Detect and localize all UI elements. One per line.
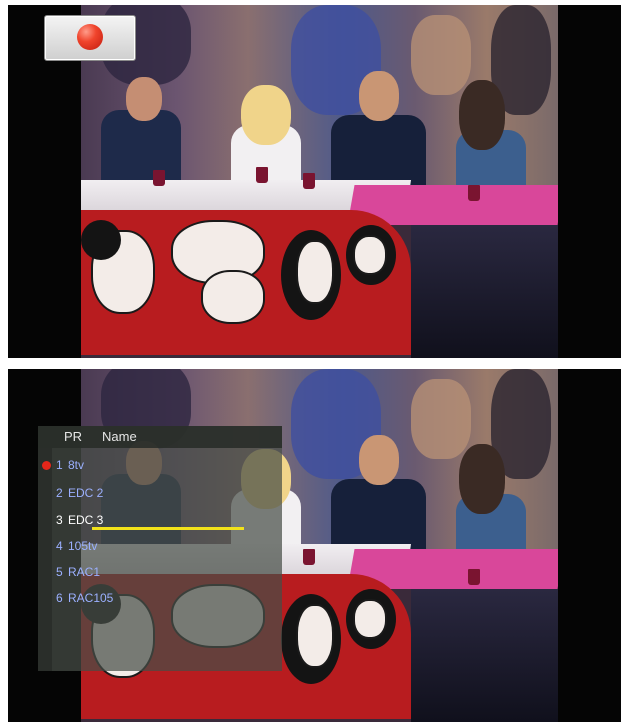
channel-number: 4 <box>56 539 63 553</box>
broadcast-video <box>81 5 558 358</box>
column-header-pr: PR <box>64 429 83 444</box>
cup <box>153 170 165 186</box>
channel-name: EDC 2 <box>68 486 104 500</box>
channel-number: 1 <box>56 458 63 472</box>
studio-floor <box>411 589 558 722</box>
channel-name: 105tv <box>68 539 98 553</box>
selection-highlight-bar <box>92 527 244 530</box>
channel-name: 8tv <box>68 458 85 472</box>
studio-floor <box>411 225 558 358</box>
cup <box>303 549 315 565</box>
channel-name: RAC105 <box>68 591 114 605</box>
column-header-name: Name <box>102 429 137 444</box>
channel-list-header: PR Name <box>38 426 282 448</box>
channel-number: 3 <box>56 513 63 527</box>
record-icon <box>42 461 51 470</box>
channel-number: 5 <box>56 565 63 579</box>
tv-screen-bottom: PR Name 1 8tv 2 EDC 2 3 EDC 3 4 105tv 5 … <box>8 369 621 722</box>
channel-item-rac105[interactable]: 6 RAC105 <box>56 589 276 609</box>
channel-name: RAC1 <box>68 565 101 579</box>
channel-name: EDC 3 <box>68 513 104 527</box>
cup <box>256 167 268 183</box>
desk-artwork <box>81 210 411 355</box>
channel-item-rac1[interactable]: 5 RAC1 <box>56 563 276 583</box>
cup <box>303 173 315 189</box>
record-icon <box>77 24 103 50</box>
channel-item-edc2[interactable]: 2 EDC 2 <box>56 484 276 504</box>
channel-list-marker-column <box>38 448 52 671</box>
tv-screen-top <box>8 5 621 358</box>
channel-number: 6 <box>56 591 63 605</box>
cup <box>468 185 480 201</box>
cup <box>468 569 480 585</box>
channel-number: 2 <box>56 486 63 500</box>
channel-item-105tv[interactable]: 4 105tv <box>56 537 276 557</box>
recording-indicator <box>44 15 136 61</box>
channel-item-8tv[interactable]: 1 8tv <box>56 456 276 476</box>
channel-list-panel: PR Name 1 8tv 2 EDC 2 3 EDC 3 4 105tv 5 … <box>38 426 282 671</box>
